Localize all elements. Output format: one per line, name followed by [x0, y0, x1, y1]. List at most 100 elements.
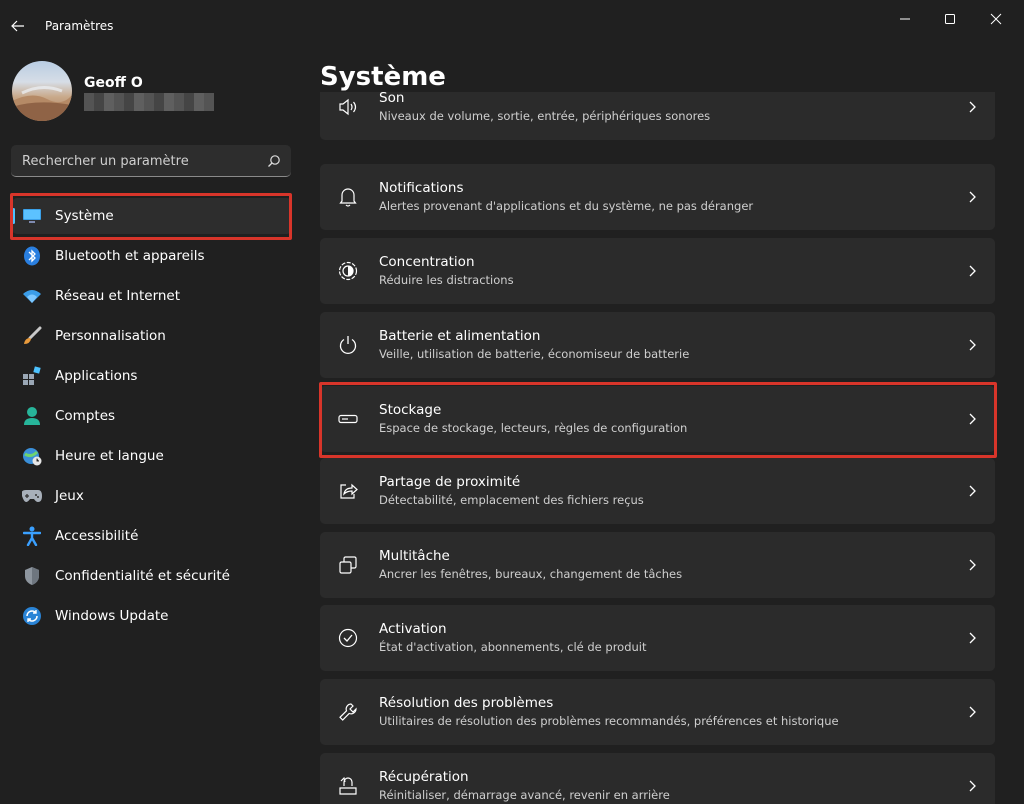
search-icon[interactable] [267, 153, 281, 167]
sidebar-item-label: Applications [55, 368, 138, 384]
bell-icon [338, 187, 358, 207]
multitask-icon [338, 555, 358, 575]
card-partage-proximite[interactable]: Partage de proximité Détectabilité, empl… [320, 458, 995, 524]
card-notifications[interactable]: Notifications Alertes provenant d'applic… [320, 164, 995, 230]
chevron-right-icon [967, 631, 977, 645]
maximize-button[interactable] [927, 6, 973, 32]
card-title: Activation [379, 621, 447, 637]
sidebar-item-label: Confidentialité et sécurité [55, 568, 230, 584]
chevron-right-icon [967, 705, 977, 719]
card-subtitle: Détectabilité, emplacement des fichiers … [379, 493, 644, 507]
card-son[interactable]: Son Niveaux de volume, sortie, entrée, p… [320, 92, 995, 140]
paintbrush-icon [22, 326, 42, 346]
close-button[interactable] [973, 6, 1019, 32]
profile-name: Geoff O [84, 75, 143, 91]
card-subtitle: Réduire les distractions [379, 273, 514, 287]
settings-card-list: Son Niveaux de volume, sortie, entrée, p… [320, 92, 995, 804]
card-title: Récupération [379, 769, 469, 785]
selection-indicator [12, 208, 15, 224]
sidebar-item-heure[interactable]: Heure et langue [12, 438, 292, 474]
speaker-icon [338, 97, 358, 117]
back-button[interactable] [6, 14, 30, 38]
globe-clock-icon [22, 446, 42, 466]
sidebar-item-label: Système [55, 208, 114, 224]
card-title: Concentration [379, 254, 475, 270]
card-title: Son [379, 92, 405, 106]
card-title: Batterie et alimentation [379, 328, 541, 344]
card-activation[interactable]: Activation État d'activation, abonnement… [320, 605, 995, 671]
sidebar-item-applications[interactable]: Applications [12, 358, 292, 394]
minimize-icon [900, 18, 910, 20]
card-subtitle: Ancrer les fenêtres, bureaux, changement… [379, 567, 683, 581]
sidebar-item-systeme[interactable]: Système [12, 198, 292, 234]
person-icon [22, 406, 42, 426]
chevron-right-icon [967, 100, 977, 114]
sidebar-item-bluetooth[interactable]: Bluetooth et appareils [12, 238, 292, 274]
sidebar-item-label: Bluetooth et appareils [55, 248, 205, 264]
card-subtitle: Veille, utilisation de batterie, économi… [379, 347, 690, 361]
card-stockage[interactable]: Stockage Espace de stockage, lecteurs, r… [320, 386, 995, 452]
sidebar-item-label: Windows Update [55, 608, 169, 624]
minimize-button[interactable] [882, 6, 928, 32]
chevron-right-icon [967, 779, 977, 793]
search-box[interactable] [11, 145, 291, 177]
close-icon [990, 13, 1002, 25]
avatar[interactable] [12, 61, 72, 121]
card-subtitle: Niveaux de volume, sortie, entrée, périp… [379, 109, 711, 123]
card-subtitle: Réinitialiser, démarrage avancé, revenir… [379, 788, 670, 802]
sidebar-item-personnalisation[interactable]: Personnalisation [12, 318, 292, 354]
card-concentration[interactable]: Concentration Réduire les distractions [320, 238, 995, 304]
maximize-icon [945, 14, 955, 24]
sidebar-item-label: Accessibilité [55, 528, 139, 544]
page-title: Système [320, 62, 446, 92]
card-subtitle: Utilitaires de résolution des problèmes … [379, 714, 839, 728]
wifi-icon [22, 286, 42, 306]
accessibility-icon [22, 526, 42, 546]
arrow-left-icon [11, 20, 24, 32]
focus-icon [338, 261, 358, 281]
card-title: Notifications [379, 180, 464, 196]
chevron-right-icon [967, 264, 977, 278]
card-multitache[interactable]: Multitâche Ancrer les fenêtres, bureaux,… [320, 532, 995, 598]
drive-icon [338, 409, 358, 429]
sidebar-item-label: Personnalisation [55, 328, 166, 344]
avatar-image-icon [12, 86, 72, 121]
apps-icon [22, 366, 42, 386]
check-circle-icon [338, 628, 358, 648]
bluetooth-icon [22, 246, 42, 266]
card-recuperation[interactable]: Récupération Réinitialiser, démarrage av… [320, 753, 995, 804]
title-bar: Paramètres [0, 0, 1024, 52]
profile-email-redacted [84, 93, 214, 111]
card-subtitle: État d'activation, abonnements, clé de p… [379, 640, 647, 654]
sidebar-item-comptes[interactable]: Comptes [12, 398, 292, 434]
app-title: Paramètres [45, 19, 114, 33]
sidebar-item-confidentialite[interactable]: Confidentialité et sécurité [12, 558, 292, 594]
sidebar-item-label: Comptes [55, 408, 116, 424]
wrench-icon [338, 702, 358, 722]
sidebar-nav: Système Bluetooth et appareils Réseau et… [0, 198, 300, 638]
search-input[interactable] [11, 145, 264, 177]
card-subtitle: Espace de stockage, lecteurs, règles de … [379, 421, 688, 435]
chevron-right-icon [967, 338, 977, 352]
chevron-right-icon [967, 412, 977, 426]
gamepad-icon [22, 486, 42, 506]
card-resolution-problemes[interactable]: Résolution des problèmes Utilitaires de … [320, 679, 995, 745]
sidebar-item-label: Réseau et Internet [55, 288, 181, 304]
sidebar-item-accessibilite[interactable]: Accessibilité [12, 518, 292, 554]
card-title: Stockage [379, 402, 442, 418]
sidebar-item-windows-update[interactable]: Windows Update [12, 598, 292, 634]
card-batterie[interactable]: Batterie et alimentation Veille, utilisa… [320, 312, 995, 378]
power-icon [338, 335, 358, 355]
update-icon [22, 606, 42, 626]
settings-window: Paramètres Geoff O Rechercher un paramèt… [0, 0, 1024, 804]
recovery-icon [338, 776, 358, 796]
card-title: Résolution des problèmes [379, 695, 554, 711]
card-subtitle: Alertes provenant d'applications et du s… [379, 199, 754, 213]
chevron-right-icon [967, 484, 977, 498]
sidebar-item-label: Heure et langue [55, 448, 164, 464]
sidebar-item-label: Jeux [55, 488, 84, 504]
sidebar-item-reseau[interactable]: Réseau et Internet [12, 278, 292, 314]
sidebar-item-jeux[interactable]: Jeux [12, 478, 292, 514]
shield-icon [22, 566, 42, 586]
chevron-right-icon [967, 558, 977, 572]
